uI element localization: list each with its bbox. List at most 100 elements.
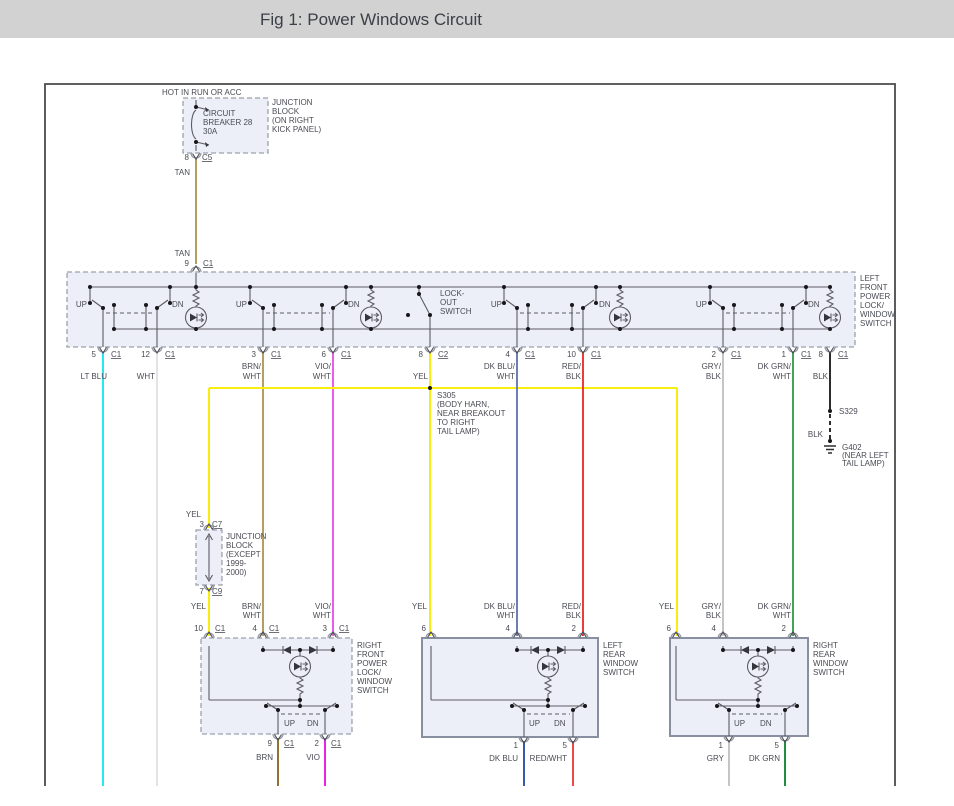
connector-pin [98, 347, 108, 353]
lr-switch-name: WINDOW [603, 659, 639, 668]
left-front-power-lock-window-switch: TAN 9 C1 UP DN UP DN UP DN UP DN LOCK- O… [67, 249, 896, 359]
pin-number: 2 [572, 624, 577, 633]
rf-switch-name: FRONT [357, 650, 385, 659]
junction-block-2: YEL 3 C7 JUNCTION BLOCK (EXCEPT 1999- 20… [186, 510, 267, 596]
ground-icon [824, 446, 836, 453]
connector-pin [273, 734, 283, 740]
pin-number: 3 [323, 624, 328, 633]
wire-color-label: YEL [412, 602, 428, 611]
wire-color-label: BLK [706, 611, 722, 620]
connector-pin [512, 347, 522, 353]
wire-color-label: WHT [773, 611, 791, 620]
rf-switch-name: POWER [357, 659, 387, 668]
diagram-page: Fig 1: Power Windows Circuit HOT IN RUN … [0, 0, 954, 806]
wire-color-label: BLK [566, 372, 582, 381]
junction-block-1-label: JUNCTION [272, 98, 313, 107]
ground-g402: S329 BLK G402 (NEAR LEFT TAIL LAMP) [808, 407, 889, 468]
pin-number: 10 [194, 624, 203, 633]
connector-id: C1 [525, 350, 536, 359]
dn-label: DN [307, 719, 319, 728]
dn-label: DN [808, 300, 820, 309]
junction-block-2-label: (EXCEPT [226, 550, 261, 559]
breaker-label: 30A [203, 127, 218, 136]
pin-number: 9 [268, 739, 273, 748]
pin-number: 1 [782, 350, 787, 359]
connector-id: C1 [271, 350, 282, 359]
wire-color-label: RED/ [562, 362, 582, 371]
pin-number: 2 [315, 739, 320, 748]
connector-id: C1 [339, 624, 350, 633]
pin-number: 6 [667, 624, 672, 633]
connector-pin [328, 347, 338, 353]
main-switch-name: WINDOW [860, 310, 896, 319]
lockout-switch-label: OUT [440, 298, 457, 307]
main-switch-name: POWER [860, 292, 890, 301]
connector-id: C1 [203, 259, 214, 268]
wire-color-label: LT BLU [81, 372, 108, 381]
up-label: UP [696, 300, 707, 309]
pin-number: 4 [506, 350, 511, 359]
rf-switch-name: RIGHT [357, 641, 382, 650]
wire-color-label: BLK [813, 372, 829, 381]
wire-color-label: TAN [175, 168, 191, 177]
wire-color-label: RED/ [562, 602, 582, 611]
connector-pin [152, 347, 162, 353]
wire-color-label: YEL [413, 372, 429, 381]
lockout-switch-label: SWITCH [440, 307, 472, 316]
pin-number: 12 [141, 350, 150, 359]
wire-color-label: WHT [243, 611, 261, 620]
pin-number: 2 [712, 350, 717, 359]
connector-pin [258, 347, 268, 353]
main-switch-name: SWITCH [860, 319, 892, 328]
pin-number: 6 [322, 350, 327, 359]
junction-block-2-label: 2000) [226, 568, 247, 577]
splice-label: S305 [437, 391, 456, 400]
connector-id: C1 [284, 739, 295, 748]
pin-number: 10 [567, 350, 576, 359]
splice-s305: S305 (BODY HARN, NEAR BREAKOUT TO RIGHT … [437, 391, 506, 436]
wire-color-label: DK GRN/ [758, 362, 792, 371]
left-rear-window-switch: 6 4 2 UP DN LEFT REAR WINDOW SWITCH 1 5 … [422, 624, 639, 763]
pin-number: 1 [719, 741, 724, 750]
main-switch-name: FRONT [860, 283, 888, 292]
connector-pin [425, 347, 435, 353]
wire-color-label: YEL [186, 510, 202, 519]
pin-number: 8 [419, 350, 424, 359]
pin-number: 4 [712, 624, 717, 633]
connector-pin [578, 347, 588, 353]
splice-label: S329 [839, 407, 858, 416]
connector-id: C1 [215, 624, 226, 633]
lr-switch-name: SWITCH [603, 668, 635, 677]
pin-number: 4 [506, 624, 511, 633]
figure-title: Fig 1: Power Windows Circuit [260, 10, 482, 29]
junction-block-1-label: BLOCK [272, 107, 300, 116]
pin-number: 7 [200, 587, 205, 596]
main-wire-color-labels: LT BLU WHT BRN/ WHT VIO/ WHT YEL DK BLU/… [81, 362, 829, 381]
connector-id: C9 [212, 587, 223, 596]
rf-switch-name: SWITCH [357, 686, 389, 695]
wire-color-label: DK BLU [489, 754, 518, 763]
connector-pin [320, 734, 330, 740]
lockout-switch-label: LOCK- [440, 289, 465, 298]
connector-pin [825, 347, 835, 353]
connector-pin [788, 347, 798, 353]
wire-color-label: DK GRN [749, 754, 780, 763]
mid-wire-color-labels: YEL BRN/ WHT VIO/ WHT YEL DK BLU/ WHT RE… [191, 602, 792, 620]
connector-id: C2 [438, 350, 449, 359]
connector-id: C1 [269, 624, 280, 633]
connector-id: C1 [165, 350, 176, 359]
wire-color-label: GRY/ [702, 602, 722, 611]
pin-number: 4 [253, 624, 258, 633]
pin-number: 8 [819, 350, 824, 359]
rf-switch-name: WINDOW [357, 677, 393, 686]
connector-id: C5 [202, 153, 213, 162]
pin-number: 5 [92, 350, 97, 359]
connector-id: C1 [838, 350, 849, 359]
rr-switch-name: WINDOW [813, 659, 849, 668]
ground-label: TAIL LAMP) [842, 459, 885, 468]
connector-id: C1 [331, 739, 342, 748]
wire-color-label: BLK [566, 611, 582, 620]
junction-block-2-label: JUNCTION [226, 532, 267, 541]
wire-color-label: VIO/ [315, 602, 332, 611]
wire-color-label: BLK [808, 430, 824, 439]
